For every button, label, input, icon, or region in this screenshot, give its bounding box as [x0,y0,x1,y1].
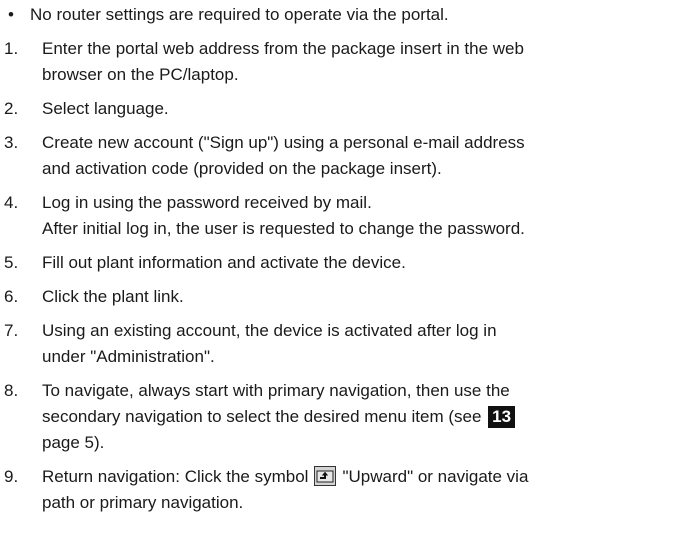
list-item: 4. Log in using the password received by… [0,190,681,242]
step-line: Create new account ("Sign up") using a p… [42,133,525,152]
step-line: After initial log in, the user is reques… [42,219,525,238]
step-line: page 5). [42,433,105,452]
step-line: browser on the PC/laptop. [42,65,239,84]
step-line: path or primary navigation. [42,493,244,512]
step-number: 6. [4,287,19,306]
list-item: 5. Fill out plant information and activa… [0,250,681,276]
list-item: 3. Create new account ("Sign up") using … [0,130,681,182]
step-number: 8. [4,381,19,400]
step-text: Enter the portal web address from the pa… [42,36,681,88]
step-line-text: "Upward" or navigate via [342,467,529,486]
step-number: 7. [4,321,19,340]
step-line: and activation code (provided on the pac… [42,159,442,178]
list-item: 6. Click the plant link. [0,284,681,310]
step-number: 3. [4,133,19,152]
step-text: Log in using the password received by ma… [42,190,681,242]
list-item: 7. Using an existing account, the device… [0,318,681,370]
step-line: Return navigation: Click the symbol "Upwa… [42,464,673,490]
instruction-page: • No router settings are required to ope… [0,0,681,549]
step-text: To navigate, always start with primary n… [42,378,681,456]
list-item: 9. Return navigation: Click the symbol "U… [0,464,681,516]
step-text: Select language. [42,96,681,122]
note-text: No router settings are required to opera… [30,5,449,24]
note-bullet: • No router settings are required to ope… [8,2,681,28]
step-number: 1. [4,39,19,58]
step-line: Select language. [42,99,169,118]
step-line: under "Administration". [42,347,215,366]
step-text: Create new account ("Sign up") using a p… [42,130,681,182]
step-line: secondary navigation to select the desir… [42,404,673,430]
step-line: Enter the portal web address from the pa… [42,39,524,58]
step-number: 4. [4,193,19,212]
step-list: 1. Enter the portal web address from the… [0,36,681,516]
step-text: Return navigation: Click the symbol "Upwa… [42,464,681,516]
figure-reference-badge: 13 [488,406,516,428]
step-line: Fill out plant information and activate … [42,253,406,272]
step-line: Log in using the password received by ma… [42,193,372,212]
bullet-marker: • [8,5,14,24]
upward-folder-icon [314,466,337,486]
list-item: 1. Enter the portal web address from the… [0,36,681,88]
step-number: 9. [4,467,19,486]
list-item: 2. Select language. [0,96,681,122]
step-number: 2. [4,99,19,118]
step-text: Click the plant link. [42,284,681,310]
step-number: 5. [4,253,19,272]
step-line-text: secondary navigation to select the desir… [42,407,482,426]
step-line: Click the plant link. [42,287,184,306]
step-line-text: Return navigation: Click the symbol [42,467,309,486]
list-item: 8. To navigate, always start with primar… [0,378,681,456]
step-text: Fill out plant information and activate … [42,250,681,276]
step-line: Using an existing account, the device is… [42,321,497,340]
step-line: To navigate, always start with primary n… [42,381,510,400]
step-text: Using an existing account, the device is… [42,318,681,370]
